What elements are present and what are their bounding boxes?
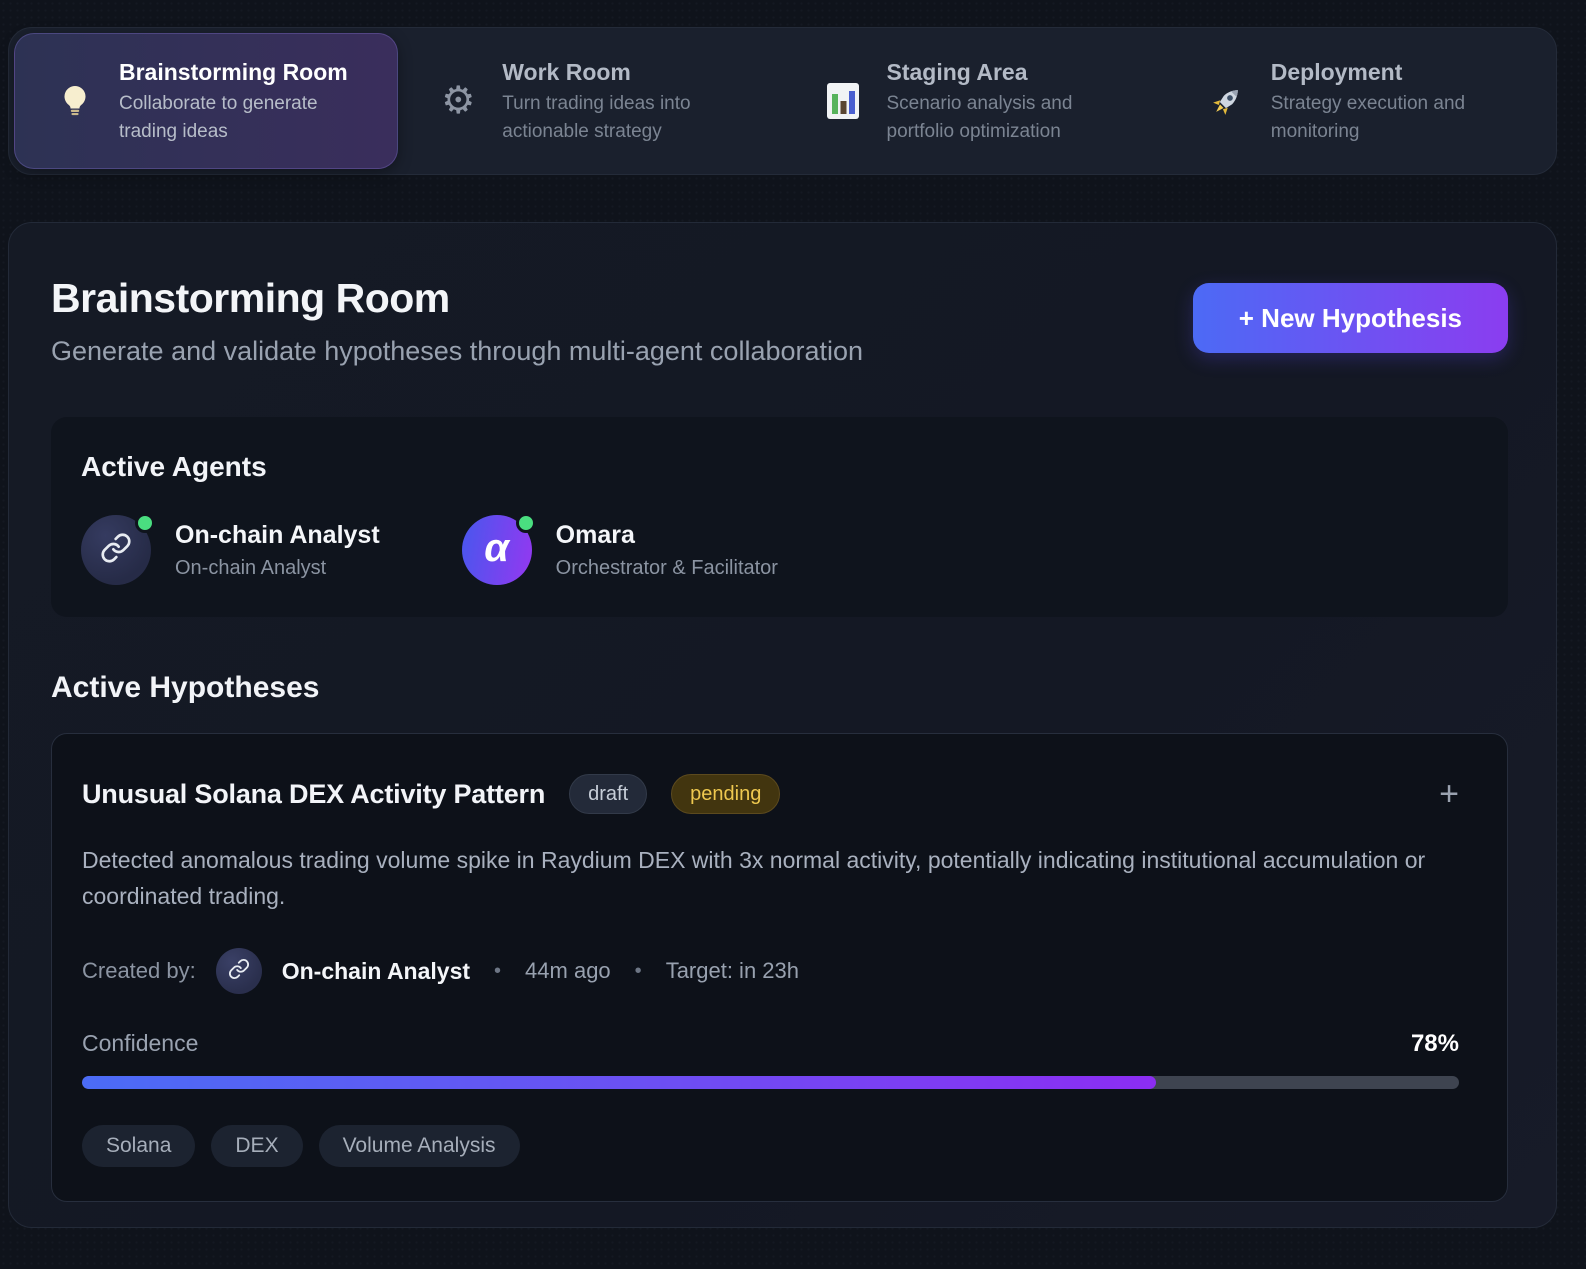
lightbulb-icon	[53, 79, 97, 123]
meta-separator: •	[494, 959, 502, 982]
new-hypothesis-button[interactable]: + New Hypothesis	[1192, 283, 1508, 353]
created-by-label: Created by:	[82, 958, 196, 983]
tag-solana: Solana	[82, 1125, 196, 1167]
hypothesis-card: Unusual Solana DEX Activity Pattern draf…	[51, 733, 1508, 1202]
meta-separator: •	[634, 959, 642, 982]
brainstorming-room-panel: Brainstorming Room Generate and validate…	[8, 222, 1557, 1228]
tab-description: Turn trading ideas into actionable strat…	[502, 92, 691, 142]
created-by-row: Created by: On-chain Analyst • 44m ago •…	[82, 948, 1459, 994]
agent-omara: α Omara Orchestrator & Facilitator	[461, 513, 778, 585]
page-title: Brainstorming Room	[51, 275, 450, 321]
agent-name: Omara	[555, 520, 635, 549]
agent-onchain-analyst: On-chain Analyst On-chain Analyst	[81, 513, 380, 585]
agents-row: On-chain Analyst On-chain Analyst α Omar…	[81, 513, 1478, 585]
tab-work-room[interactable]: ⚙ Work Room Turn trading ideas into acti…	[398, 33, 782, 169]
omara-alpha-icon: α	[484, 526, 510, 570]
tab-brainstorming-room[interactable]: Brainstorming Room Collaborate to genera…	[14, 33, 399, 169]
gear-icon: ⚙	[441, 80, 476, 122]
tab-title: Staging Area	[886, 58, 1028, 85]
confidence-value: 78%	[1410, 1030, 1459, 1057]
confidence-bar-track	[82, 1076, 1459, 1089]
tab-description: Strategy execution and monitoring	[1270, 92, 1466, 142]
tab-title: Work Room	[502, 58, 631, 85]
page-subtitle: Generate and validate hypotheses through…	[51, 336, 864, 366]
active-hypotheses-heading: Active Hypotheses	[51, 671, 320, 704]
status-badge-pending: pending	[671, 774, 781, 814]
chain-link-icon	[100, 532, 132, 569]
panel-header: Brainstorming Room Generate and validate…	[51, 275, 1508, 367]
tag-volume-analysis: Volume Analysis	[318, 1125, 520, 1167]
tab-staging-area[interactable]: Staging Area Scenario analysis and portf…	[783, 33, 1167, 169]
agent-name: On-chain Analyst	[175, 520, 380, 549]
tag-dex: DEX	[211, 1125, 303, 1167]
agent-role: On-chain Analyst	[175, 556, 327, 579]
author-avatar	[215, 948, 262, 994]
status-online-dot	[515, 513, 536, 533]
time-ago: 44m ago	[525, 958, 611, 983]
tab-title: Brainstorming Room	[119, 58, 348, 85]
chain-link-icon	[228, 958, 250, 985]
author-name: On-chain Analyst	[281, 957, 471, 984]
status-online-dot	[135, 513, 155, 533]
tags-row: Solana DEX Volume Analysis	[82, 1125, 1459, 1167]
agent-role: Orchestrator & Facilitator	[555, 556, 778, 579]
active-agents-card: Active Agents On-chain Analyst On-chain …	[51, 417, 1508, 617]
tab-title: Deployment	[1270, 58, 1403, 85]
expand-plus-icon[interactable]: +	[1439, 777, 1459, 811]
status-badge-draft: draft	[569, 774, 648, 814]
active-agents-heading: Active Agents	[81, 451, 267, 482]
rocket-icon	[1205, 79, 1249, 123]
hypothesis-description: Detected anomalous trading volume spike …	[82, 847, 1426, 909]
tab-description: Collaborate to generate trading ideas	[119, 92, 318, 142]
bar-chart-icon	[821, 79, 865, 123]
workflow-nav: Brainstorming Room Collaborate to genera…	[8, 27, 1557, 175]
hypothesis-title: Unusual Solana DEX Activity Pattern	[82, 778, 546, 809]
tab-deployment[interactable]: Deployment Strategy execution and monito…	[1167, 33, 1551, 169]
confidence-label: Confidence	[82, 1030, 199, 1056]
target-time: Target: in 23h	[665, 958, 799, 983]
tab-description: Scenario analysis and portfolio optimiza…	[886, 92, 1073, 142]
confidence-bar-fill	[82, 1076, 1157, 1089]
